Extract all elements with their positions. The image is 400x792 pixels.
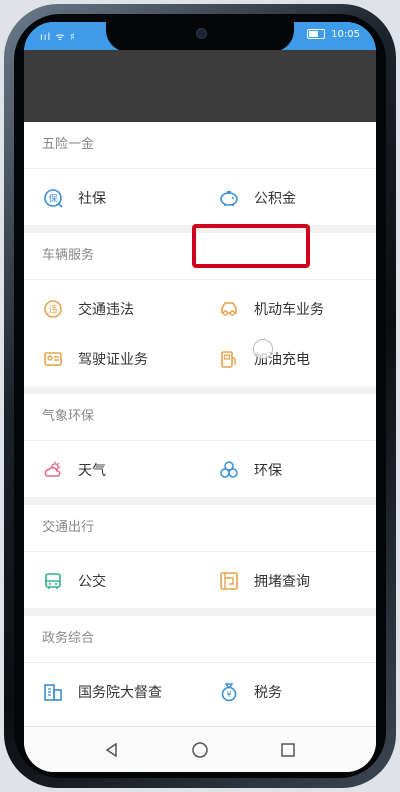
svg-text:¥: ¥: [226, 690, 231, 699]
section-title: 五险一金: [24, 122, 376, 169]
item-label: 拥堵查询: [254, 574, 310, 590]
tap-indicator: [253, 339, 273, 359]
notch: [106, 22, 294, 52]
section-title: 气象环保: [24, 394, 376, 441]
item-label: 公积金: [254, 191, 296, 207]
signal-wifi-indicators: ııl ᯤ ♯: [40, 32, 76, 43]
fuel-pump-icon: [218, 348, 240, 370]
weather-icon: [42, 459, 64, 481]
license-icon: [42, 348, 64, 370]
item-social-insurance[interactable]: 保 社保: [24, 173, 200, 223]
item-congestion[interactable]: 拥堵查询: [200, 556, 376, 606]
service-list[interactable]: 五险一金 保 社保 公积金 车辆服务 违 交通违法 机动车业务 驾驶证业务 加油…: [24, 122, 376, 726]
item-bus[interactable]: 公交: [24, 556, 200, 606]
item-label: 社保: [78, 191, 106, 207]
section-insurance: 五险一金 保 社保 公积金: [24, 122, 376, 225]
social-insurance-icon: 保: [42, 187, 64, 209]
tax-icon: ¥: [218, 681, 240, 703]
violation-icon: 违: [42, 298, 64, 320]
recents-icon[interactable]: [275, 737, 301, 763]
svg-text:违: 违: [48, 305, 57, 316]
item-vehicle-business[interactable]: 机动车业务: [200, 284, 376, 334]
svg-text:保: 保: [48, 193, 57, 205]
building-icon: [42, 681, 64, 703]
clock-time: 10:05: [331, 29, 360, 40]
item-education[interactable]: 教育: [24, 717, 200, 726]
home-icon[interactable]: [187, 737, 213, 763]
car-icon: [218, 298, 240, 320]
piggy-bank-icon: [218, 187, 240, 209]
congestion-icon: [218, 570, 240, 592]
back-icon[interactable]: [99, 737, 125, 763]
item-label: 国务院大督查: [78, 685, 162, 701]
item-weather[interactable]: 天气: [24, 445, 200, 495]
battery-icon: [306, 29, 325, 39]
status-right: 10:05: [306, 29, 360, 40]
item-label: 公交: [78, 574, 106, 590]
section-transportation: 交通出行 公交 拥堵查询: [24, 505, 376, 608]
section-title: 政务综合: [24, 616, 376, 663]
item-driver-license[interactable]: 驾驶证业务: [24, 334, 200, 384]
item-housing-fund[interactable]: 公积金: [200, 173, 376, 223]
phone-screen: ııl ᯤ ♯ 10:05 五险一金 保 社保 公积金 车辆服务 违 交通违法 …: [24, 22, 376, 772]
front-camera: [196, 28, 207, 39]
item-label: 天气: [78, 463, 106, 479]
item-fuel-charging[interactable]: 加油充电: [200, 334, 376, 384]
item-commerce[interactable]: 工商: [200, 717, 376, 726]
item-environment[interactable]: 环保: [200, 445, 376, 495]
item-label: 机动车业务: [254, 302, 324, 318]
item-tax[interactable]: ¥ 税务: [200, 667, 376, 717]
highlight-box: [192, 224, 310, 268]
item-label: 环保: [254, 463, 282, 479]
recycle-icon: [218, 459, 240, 481]
app-header: [24, 50, 376, 122]
item-label: 驾驶证业务: [78, 352, 148, 368]
item-label: 交通违法: [78, 302, 134, 318]
item-label: 税务: [254, 685, 282, 701]
section-title: 交通出行: [24, 505, 376, 552]
item-state-council-inspection[interactable]: 国务院大督查: [24, 667, 200, 717]
section-government: 政务综合 国务院大督查 ¥ 税务: [24, 616, 376, 726]
bus-icon: [42, 570, 64, 592]
section-weather-environment: 气象环保 天气 环保: [24, 394, 376, 497]
item-traffic-violation[interactable]: 违 交通违法: [24, 284, 200, 334]
android-nav-bar: [24, 726, 376, 772]
